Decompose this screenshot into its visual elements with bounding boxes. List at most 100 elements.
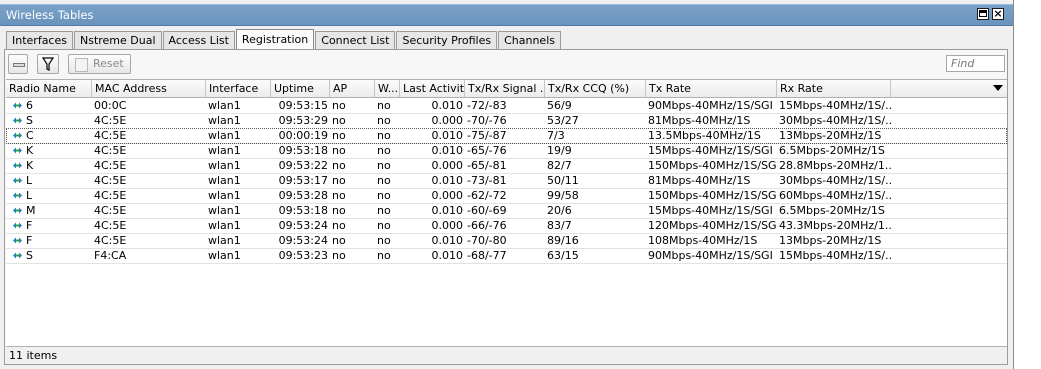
table-row[interactable]: F 4C:5E wlan1 09:53:24 no no 0.010 -70/-80 89/16… — [6, 233, 1007, 249]
tab-connect-list[interactable]: Connect List — [315, 31, 396, 50]
uptime-cell: 09:53:18 — [278, 204, 328, 217]
wireless-client-icon — [12, 250, 23, 261]
uptime-cell: 09:53:24 — [278, 234, 328, 247]
ap-cell: no — [332, 114, 346, 127]
radio-name-cell: K — [26, 159, 34, 172]
column-header-ap[interactable]: AP — [330, 80, 375, 97]
rx-cell: 6.5Mbps-20MHz/1S — [779, 204, 885, 217]
table-row[interactable]: S 4C:5E wlan1 09:53:29 no no 0.000 -70/-76 53/27… — [6, 113, 1007, 129]
radio-name-cell: F — [26, 234, 33, 247]
uptime-cell: 09:53:28 — [278, 189, 328, 202]
table-row[interactable]: L 4C:5E wlan1 09:53:17 no no 0.010 -73/-81 50/11… — [6, 173, 1007, 189]
close-button[interactable]: × — [992, 8, 1004, 20]
tab-channels[interactable]: Channels — [498, 31, 561, 50]
signal-cell: -65/-76 — [467, 144, 507, 157]
uptime-cell: 09:53:18 — [278, 144, 328, 157]
iface-cell: wlan1 — [208, 234, 241, 247]
last-cell: 0.010 — [431, 99, 464, 112]
wireless-client-icon — [12, 190, 23, 201]
signal-cell: -62/-72 — [467, 189, 507, 202]
table-row[interactable]: F 4C:5E wlan1 09:53:24 no no 0.000 -66/-76 83/7 1… — [6, 218, 1007, 234]
column-header-ccq[interactable]: Tx/Rx CCQ (%) — [545, 80, 646, 97]
find-input[interactable] — [946, 55, 1005, 72]
column-header-last-activity[interactable]: Last Activit... — [400, 80, 465, 97]
ap-cell: no — [332, 204, 346, 217]
title-bar[interactable]: Wireless Tables × — [0, 4, 1013, 26]
ap-cell: no — [332, 249, 346, 262]
ap-cell: no — [332, 174, 346, 187]
rx-cell: 28.8Mbps-20MHz/1... — [779, 159, 891, 172]
last-cell: 0.000 — [431, 189, 464, 202]
table-row[interactable]: M 4C:5E wlan1 09:53:18 no no 0.010 -60/-69 20/6 1… — [6, 203, 1007, 219]
ccq-cell: 53/27 — [547, 114, 579, 127]
tx-cell: 81Mbps-40MHz/1S — [648, 114, 751, 127]
ap-cell: no — [332, 129, 346, 142]
tx-cell: 15Mbps-40MHz/1S/SGI — [648, 204, 773, 217]
wireless-client-icon — [12, 160, 23, 171]
table-row[interactable]: K 4C:5E wlan1 09:53:22 no no 0.000 -65/-81 82/7 1… — [6, 158, 1007, 174]
table-row[interactable]: S F4:CA wlan1 09:53:23 no no 0.010 -68/-77 63/15… — [6, 248, 1007, 264]
last-cell: 0.000 — [431, 114, 464, 127]
reset-button[interactable]: Reset — [68, 54, 131, 74]
column-chooser-icon[interactable] — [993, 85, 1003, 91]
mac-cell: 4C:5E — [94, 129, 127, 142]
signal-cell: -65/-81 — [467, 159, 507, 172]
w-cell: no — [377, 114, 391, 127]
rx-cell: 13Mbps-20MHz/1S — [779, 234, 882, 247]
window-title: Wireless Tables — [6, 8, 94, 22]
mac-cell: 4C:5E — [94, 144, 127, 157]
w-cell: no — [377, 234, 391, 247]
mac-cell: F4:CA — [94, 249, 127, 262]
column-header-rx-rate[interactable]: Rx Rate — [777, 80, 891, 97]
mac-cell: 4C:5E — [94, 114, 127, 127]
ccq-cell: 63/15 — [547, 249, 579, 262]
tx-cell: 150Mbps-40MHz/1S/SGI — [648, 159, 777, 172]
table-row[interactable]: L 4C:5E wlan1 09:53:28 no no 0.000 -62/-72 99/58… — [6, 188, 1007, 204]
rx-cell: 60Mbps-40MHz/1S/... — [779, 189, 891, 202]
tx-cell: 81Mbps-40MHz/1S — [648, 174, 751, 187]
column-header-radio-name[interactable]: Radio Name — [6, 80, 92, 97]
ccq-cell: 82/7 — [547, 159, 572, 172]
column-header-signal[interactable]: Tx/Rx Signal ... — [465, 80, 545, 97]
mac-cell: 4C:5E — [94, 174, 127, 187]
column-header-tx-rate[interactable]: Tx Rate — [646, 80, 777, 97]
toolbar: Reset — [5, 50, 1007, 78]
column-header-uptime[interactable]: Uptime — [271, 80, 330, 97]
tab-registration[interactable]: Registration — [235, 29, 315, 50]
tab-interfaces[interactable]: Interfaces — [6, 31, 73, 50]
tab-access-list[interactable]: Access List — [162, 31, 235, 50]
column-header-w[interactable]: W... — [375, 80, 400, 97]
tab-nstreme-dual[interactable]: Nstreme Dual — [73, 31, 162, 50]
iface-cell: wlan1 — [208, 189, 241, 202]
signal-cell: -68/-77 — [467, 249, 507, 262]
iface-cell: wlan1 — [208, 204, 241, 217]
mac-cell: 00:0C — [94, 99, 127, 112]
table-row[interactable]: K 4C:5E wlan1 09:53:18 no no 0.010 -65/-76 19/9 1… — [6, 143, 1007, 159]
radio-name-cell: F — [26, 219, 33, 232]
w-cell: no — [377, 219, 391, 232]
table-row[interactable]: C 4C:5E wlan1 00:00:19 no no 0.010 -75/-87 7/3 13… — [6, 128, 1007, 144]
radio-name-cell: L — [26, 174, 33, 187]
maximize-button[interactable] — [977, 8, 989, 20]
ccq-cell: 56/9 — [547, 99, 572, 112]
tx-cell: 13.5Mbps-40MHz/1S — [648, 129, 761, 142]
filter-button[interactable] — [37, 54, 59, 74]
status-bar: 11 items — [6, 346, 1007, 364]
table-row[interactable]: 6 00:0C wlan1 09:53:15 no no 0.010 -72/-83 56/9 9… — [6, 98, 1007, 114]
table-header: Radio Name MAC Address Interface Uptime … — [6, 80, 1007, 98]
mac-cell: 4C:5E — [94, 159, 127, 172]
remove-button[interactable] — [8, 54, 28, 74]
column-header-mac-address[interactable]: MAC Address — [92, 80, 206, 97]
tx-cell: 90Mbps-40MHz/1S/SGI — [648, 99, 773, 112]
items-count: 11 items — [9, 349, 58, 362]
tab-security-profiles[interactable]: Security Profiles — [396, 31, 498, 50]
radio-name-cell: K — [26, 144, 34, 157]
column-header-interface[interactable]: Interface — [206, 80, 271, 97]
iface-cell: wlan1 — [208, 144, 241, 157]
ccq-cell: 19/9 — [547, 144, 572, 157]
ccq-cell: 7/3 — [547, 129, 565, 142]
last-cell: 0.000 — [431, 219, 464, 232]
last-cell: 0.010 — [431, 249, 464, 262]
ap-cell: no — [332, 219, 346, 232]
w-cell: no — [377, 129, 391, 142]
